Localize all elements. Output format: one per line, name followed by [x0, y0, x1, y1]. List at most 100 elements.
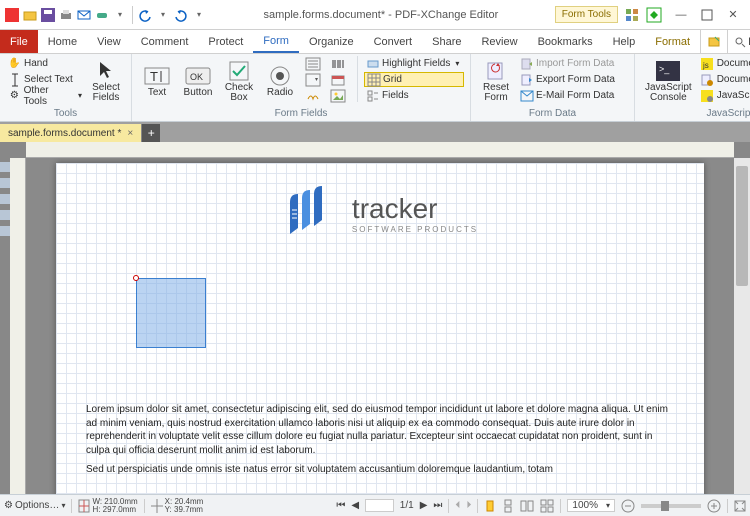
- quick-launch-button[interactable]: [700, 30, 727, 53]
- cursor-icon: [95, 60, 117, 82]
- zoom-slider[interactable]: [641, 504, 701, 508]
- zoom-in-button[interactable]: [707, 499, 721, 513]
- js-console-button[interactable]: >_ JavaScript Console: [641, 56, 696, 106]
- options-button[interactable]: ⚙Options…▾: [4, 500, 65, 511]
- email-icon: [520, 89, 533, 102]
- ribbon-group-form-fields: T Text OK Button Check Box Radio: [132, 54, 471, 121]
- email-form-data-button[interactable]: E-Mail Form Data: [518, 88, 628, 103]
- signature-button[interactable]: [304, 88, 326, 103]
- button-icon: OK: [187, 65, 209, 87]
- grid-icon: [367, 73, 380, 86]
- first-page-button[interactable]: ⏮: [336, 500, 345, 511]
- document-tab[interactable]: sample.forms.document *×: [0, 124, 142, 142]
- zoom-out-button[interactable]: [621, 499, 635, 513]
- listbox-icon: [306, 57, 319, 70]
- selection-handle-icon[interactable]: [133, 275, 139, 281]
- two-continuous-view-button[interactable]: [540, 500, 554, 512]
- ui-options-icon[interactable]: [624, 7, 640, 23]
- undo-dropdown-icon[interactable]: ▾: [155, 7, 171, 23]
- last-page-button[interactable]: ⏭: [433, 500, 442, 511]
- document-canvas[interactable]: tracker SOFTWARE PRODUCTS Lorem ipsum do…: [26, 158, 734, 494]
- js-options-icon: [701, 89, 714, 102]
- other-tools-button[interactable]: ⚙Other Tools▾: [6, 88, 84, 103]
- zoom-value[interactable]: 100%▾: [567, 499, 615, 512]
- redo-icon[interactable]: [173, 7, 189, 23]
- svg-text:T: T: [150, 69, 158, 84]
- fields-icon: [366, 89, 379, 102]
- tab-format[interactable]: Format: [645, 30, 700, 53]
- app-icon: [4, 7, 20, 23]
- select-fields-button[interactable]: Select Fields: [87, 56, 125, 106]
- text-field-button[interactable]: T Text: [138, 56, 176, 106]
- open-icon[interactable]: [22, 7, 38, 23]
- continuous-view-button[interactable]: [502, 500, 514, 512]
- import-icon: [520, 57, 533, 70]
- tab-organize[interactable]: Organize: [299, 30, 364, 53]
- grid-button[interactable]: Grid: [364, 72, 464, 87]
- date-button[interactable]: [329, 72, 351, 87]
- listbox-button[interactable]: [304, 56, 326, 71]
- dropdown-button[interactable]: [304, 72, 326, 87]
- email-icon[interactable]: [76, 7, 92, 23]
- minimize-button[interactable]: —: [668, 4, 694, 26]
- tab-share[interactable]: Share: [422, 30, 471, 53]
- tab-protect[interactable]: Protect: [198, 30, 253, 53]
- dropdown-icon[interactable]: ▾: [112, 7, 128, 23]
- document-javascript-button[interactable]: jsDocument JavaScript: [699, 56, 750, 71]
- launch-icon[interactable]: [646, 7, 662, 23]
- new-tab-button[interactable]: +: [142, 124, 160, 142]
- title-bar: ▾ ▾ ▾ sample.forms.document* - PDF-XChan…: [0, 0, 750, 30]
- page-size-icon: [78, 499, 90, 513]
- find-button[interactable]: Find…: [727, 30, 750, 53]
- document-actions-button[interactable]: Document Actions: [699, 72, 750, 87]
- prev-page-button[interactable]: ◀: [351, 500, 359, 511]
- maximize-button[interactable]: [694, 4, 720, 26]
- left-panel-icons[interactable]: [0, 162, 10, 236]
- fields-panel-button[interactable]: Fields: [364, 88, 464, 103]
- tab-file[interactable]: File: [0, 30, 38, 53]
- barcode-button[interactable]: [329, 56, 351, 71]
- actions-icon: [701, 73, 714, 86]
- nav-back-button[interactable]: ⏴: [455, 500, 460, 511]
- hand-tool-button[interactable]: ✋Hand: [6, 56, 84, 71]
- tab-review[interactable]: Review: [471, 30, 527, 53]
- tab-view[interactable]: View: [87, 30, 131, 53]
- undo-icon[interactable]: [137, 7, 153, 23]
- next-page-button[interactable]: ▶: [420, 500, 428, 511]
- radio-field-button[interactable]: Radio: [261, 56, 299, 106]
- fit-page-button[interactable]: [734, 500, 746, 512]
- tab-convert[interactable]: Convert: [364, 30, 423, 53]
- vertical-scrollbar[interactable]: [734, 158, 750, 494]
- crosshair-icon: [151, 499, 163, 513]
- highlight-fields-button[interactable]: Highlight Fields▾: [364, 56, 464, 71]
- document-work-area: tracker SOFTWARE PRODUCTS Lorem ipsum do…: [0, 142, 750, 494]
- nav-fwd-button[interactable]: ⏵: [466, 500, 471, 511]
- print-icon[interactable]: [58, 7, 74, 23]
- javascript-options-button[interactable]: JavaScript Options: [699, 88, 750, 103]
- reset-form-button[interactable]: Reset Form: [477, 56, 515, 106]
- export-form-data-button[interactable]: Export Form Data: [518, 72, 628, 87]
- tab-bookmarks[interactable]: Bookmarks: [528, 30, 603, 53]
- gear-icon: ⚙: [4, 500, 13, 511]
- quick-access-toolbar: ▾ ▾ ▾: [4, 6, 207, 24]
- image-button[interactable]: [329, 88, 351, 103]
- save-icon[interactable]: [40, 7, 56, 23]
- two-page-view-button[interactable]: [520, 500, 534, 512]
- logo-name: tracker: [352, 193, 478, 225]
- page-size-readout: W: 210.0mmH: 297.0mm: [78, 498, 137, 514]
- single-page-view-button[interactable]: [484, 500, 496, 512]
- tab-help[interactable]: Help: [603, 30, 646, 53]
- import-form-data-button[interactable]: Import Form Data: [518, 56, 628, 71]
- tab-comment[interactable]: Comment: [131, 30, 199, 53]
- horizontal-ruler: [26, 142, 734, 158]
- tab-home[interactable]: Home: [38, 30, 87, 53]
- close-tab-icon[interactable]: ×: [127, 128, 133, 139]
- button-field-button[interactable]: OK Button: [179, 56, 217, 106]
- scan-icon[interactable]: [94, 7, 110, 23]
- checkbox-field-button[interactable]: Check Box: [220, 56, 258, 106]
- page-input[interactable]: [365, 499, 394, 512]
- redo-dropdown-icon[interactable]: ▾: [191, 7, 207, 23]
- tab-form[interactable]: Form: [253, 30, 299, 53]
- form-field-selection[interactable]: [136, 278, 206, 348]
- close-button[interactable]: ✕: [720, 4, 746, 26]
